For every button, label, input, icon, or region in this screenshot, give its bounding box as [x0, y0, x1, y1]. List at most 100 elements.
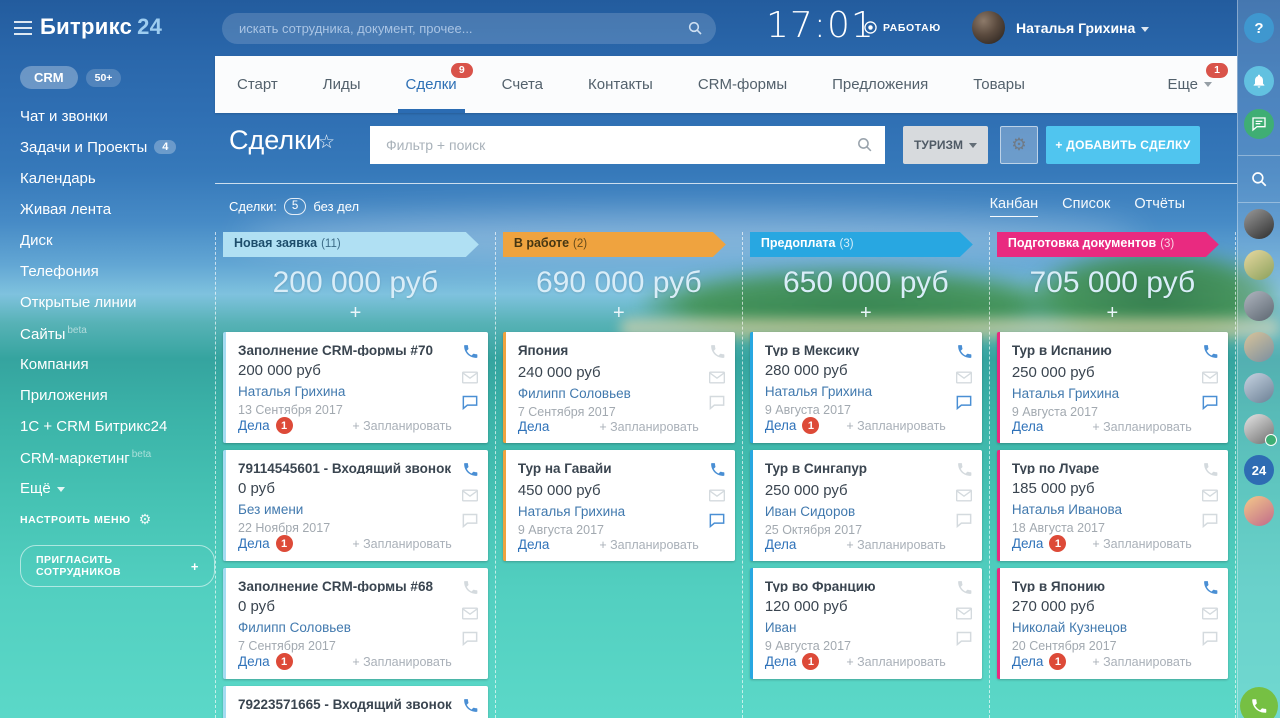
- deal-card[interactable]: Заполнение CRM-формы #70 200 000 руб Нат…: [223, 332, 488, 443]
- sidebar-item-more[interactable]: Ещё: [20, 480, 215, 498]
- chat-icon[interactable]: [462, 513, 478, 528]
- phone-call-button[interactable]: [1240, 687, 1278, 718]
- chat-icon[interactable]: [956, 513, 972, 528]
- add-card-button[interactable]: +: [223, 303, 488, 323]
- bitrix24-badge[interactable]: 24: [1244, 455, 1274, 485]
- mail-icon[interactable]: [956, 371, 972, 384]
- mail-icon[interactable]: [462, 371, 478, 384]
- category-dropdown[interactable]: ТУРИЗМ: [903, 126, 988, 164]
- avatar[interactable]: [1244, 291, 1274, 321]
- mail-icon[interactable]: [1202, 607, 1218, 620]
- schedule-link[interactable]: + Запланировать: [352, 419, 452, 433]
- view-list[interactable]: Список: [1062, 196, 1110, 217]
- avatar[interactable]: [1244, 209, 1274, 239]
- deal-contact-link[interactable]: Иван Сидоров: [765, 504, 946, 519]
- avatar[interactable]: [1244, 250, 1274, 280]
- deal-title[interactable]: Тур в Японию: [1012, 579, 1192, 592]
- view-reports[interactable]: Отчёты: [1134, 196, 1185, 217]
- schedule-link[interactable]: + Запланировать: [846, 538, 946, 552]
- add-card-button[interactable]: +: [750, 303, 982, 323]
- deal-card[interactable]: Тур на Гавайи 450 000 руб Наталья Грихин…: [503, 450, 735, 561]
- work-status-button[interactable]: РАБОТАЮ: [864, 21, 941, 34]
- phone-icon[interactable]: [956, 343, 973, 360]
- phone-icon[interactable]: [1202, 579, 1219, 596]
- phone-icon[interactable]: [956, 461, 973, 478]
- sidebar-item-company[interactable]: Компания: [20, 356, 215, 374]
- sidebar-item-sites[interactable]: Сайтыbeta: [20, 325, 215, 343]
- deal-contact-link[interactable]: Филипп Соловьев: [518, 386, 699, 401]
- deals-link[interactable]: Дела1: [765, 417, 820, 434]
- deal-card[interactable]: 79223571665 - Входящий звонок 0 руб: [223, 686, 488, 718]
- settings-gear-button[interactable]: ⚙: [1000, 126, 1038, 164]
- sidebar-item-open-lines[interactable]: Открытые линии: [20, 294, 215, 312]
- deal-contact-link[interactable]: Наталья Иванова: [1012, 502, 1192, 517]
- chat-icon[interactable]: [956, 395, 972, 410]
- user-avatar[interactable]: [972, 11, 1005, 44]
- add-card-button[interactable]: +: [997, 303, 1228, 323]
- column-header[interactable]: Новая заявка(11): [223, 232, 479, 257]
- phone-icon[interactable]: [462, 461, 479, 478]
- sidebar-item-crm-marketing[interactable]: CRM-маркетингbeta: [20, 449, 215, 467]
- avatar[interactable]: [1244, 373, 1274, 403]
- chat-icon[interactable]: [709, 395, 725, 410]
- deal-title[interactable]: Заполнение CRM-формы #68: [238, 579, 452, 592]
- mail-icon[interactable]: [709, 489, 725, 502]
- deal-contact-link[interactable]: Николай Кузнецов: [1012, 620, 1192, 635]
- tab-contacts[interactable]: Контакты: [588, 56, 653, 113]
- help-button[interactable]: ?: [1244, 13, 1274, 43]
- chat-icon[interactable]: [462, 395, 478, 410]
- schedule-link[interactable]: + Запланировать: [1092, 420, 1192, 434]
- tab-invoices[interactable]: Счета: [502, 56, 543, 113]
- search-icon[interactable]: [856, 136, 873, 158]
- column-header[interactable]: В работе(2): [503, 232, 726, 257]
- add-deal-button[interactable]: + ДОБАВИТЬ СДЕЛКУ: [1046, 126, 1200, 164]
- avatar[interactable]: [1244, 496, 1274, 526]
- avatar[interactable]: [1244, 332, 1274, 362]
- schedule-link[interactable]: + Запланировать: [599, 538, 699, 552]
- mail-icon[interactable]: [709, 371, 725, 384]
- deal-card[interactable]: Тур в Испанию 250 000 руб Наталья Грихин…: [997, 332, 1228, 443]
- deal-contact-link[interactable]: Наталья Грихина: [1012, 386, 1192, 401]
- sidebar-item-tasks-projects[interactable]: Задачи и Проекты4: [20, 139, 215, 157]
- logo[interactable]: Битрикс24: [40, 14, 162, 40]
- deals-link[interactable]: Дела1: [238, 653, 293, 670]
- deals-count-pill[interactable]: 5: [284, 198, 306, 215]
- deals-link[interactable]: Дела: [518, 419, 550, 434]
- hamburger-menu-icon[interactable]: [14, 21, 32, 39]
- deal-contact-link[interactable]: Наталья Грихина: [518, 504, 699, 519]
- favorite-star-icon[interactable]: ☆: [318, 131, 335, 153]
- deal-contact-link[interactable]: Филипп Соловьев: [238, 620, 452, 635]
- sidebar-item-1c-crm[interactable]: 1С + CRM Битрикс24: [20, 418, 215, 436]
- global-search-input[interactable]: [222, 13, 716, 44]
- mail-icon[interactable]: [956, 607, 972, 620]
- deal-title[interactable]: Тур на Гавайи: [518, 461, 699, 476]
- messenger-icon[interactable]: [1244, 109, 1274, 139]
- schedule-link[interactable]: + Запланировать: [846, 419, 946, 433]
- deal-card[interactable]: Тур в Сингапур 250 000 руб Иван Сидоров …: [750, 450, 982, 561]
- schedule-link[interactable]: + Запланировать: [846, 655, 946, 669]
- search-icon[interactable]: [1244, 164, 1274, 194]
- deal-card[interactable]: Япония 240 000 руб Филипп Соловьев 7 Сен…: [503, 332, 735, 443]
- deal-title[interactable]: Япония: [518, 343, 699, 358]
- tab-start[interactable]: Старт: [237, 56, 278, 113]
- schedule-link[interactable]: + Запланировать: [1092, 537, 1192, 551]
- phone-icon[interactable]: [1202, 461, 1219, 478]
- sidebar-item-chat-calls[interactable]: Чат и звонки: [20, 108, 215, 126]
- deal-title[interactable]: Тур по Луаре: [1012, 461, 1192, 474]
- sidebar-item-feed[interactable]: Живая лента: [20, 201, 215, 219]
- deal-contact-link[interactable]: Без имени: [238, 502, 452, 517]
- user-menu[interactable]: Наталья Грихина: [1016, 20, 1149, 36]
- phone-icon[interactable]: [709, 461, 726, 478]
- deal-contact-link[interactable]: Наталья Грихина: [238, 384, 452, 399]
- deals-link[interactable]: Дела1: [1012, 535, 1067, 552]
- deals-link[interactable]: Дела: [518, 537, 550, 552]
- chat-icon[interactable]: [1202, 513, 1218, 528]
- sidebar-item-drive[interactable]: Диск: [20, 232, 215, 250]
- column-header[interactable]: Предоплата(3): [750, 232, 973, 257]
- deals-link[interactable]: Дела: [765, 537, 797, 552]
- deal-card[interactable]: Тур в Мексику 280 000 руб Наталья Грихин…: [750, 332, 982, 443]
- deal-title[interactable]: Тур во Францию: [765, 579, 946, 592]
- mail-icon[interactable]: [1202, 371, 1218, 384]
- sidebar-item-calendar[interactable]: Календарь: [20, 170, 215, 188]
- view-kanban[interactable]: Канбан: [990, 196, 1039, 217]
